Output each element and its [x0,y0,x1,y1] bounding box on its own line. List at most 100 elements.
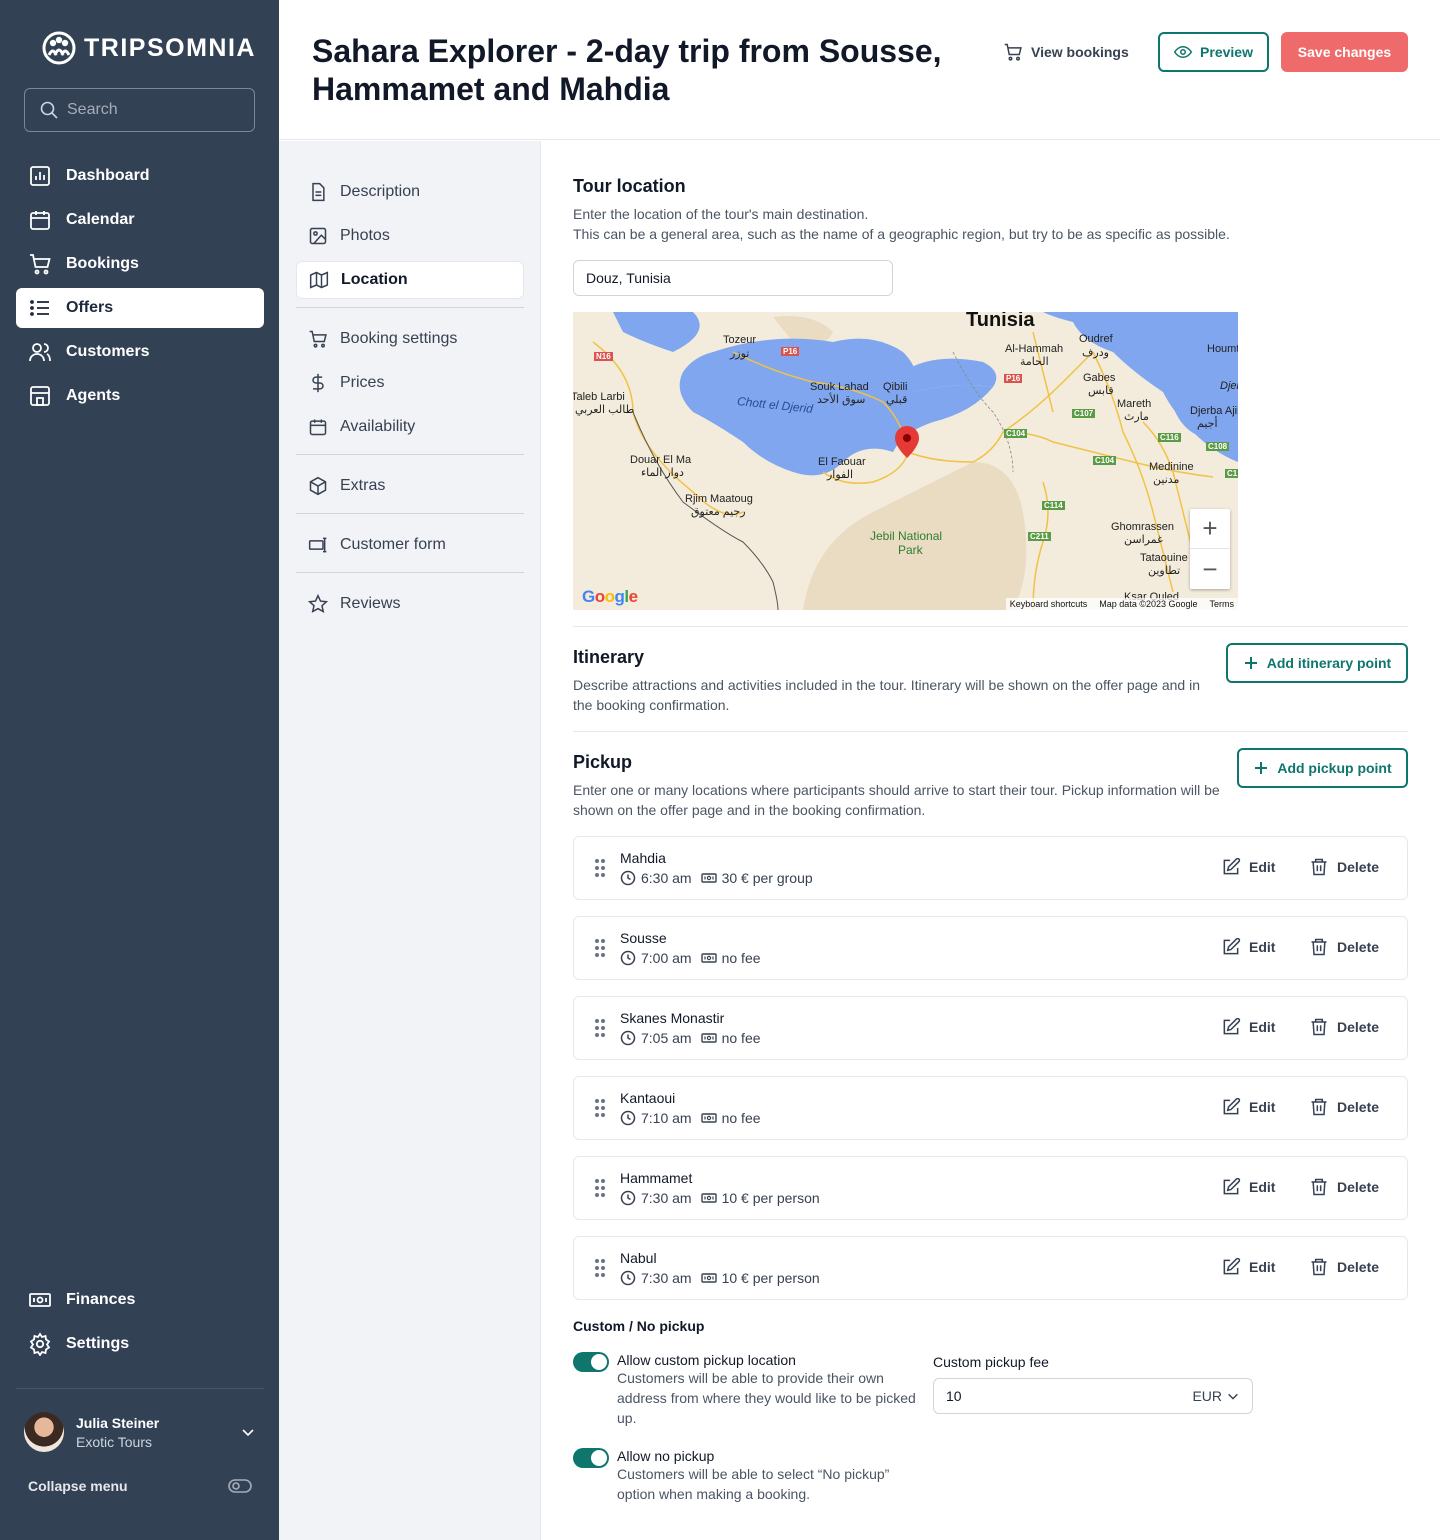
section-divider [573,731,1408,732]
map-label: ودرف [1082,347,1109,359]
delete-button[interactable]: Delete [1309,1017,1379,1037]
preview-button[interactable]: Preview [1158,32,1269,72]
keyboard-shortcuts-link[interactable]: Keyboard shortcuts [1010,599,1088,609]
map-data-credit: Map data ©2023 Google [1099,599,1198,609]
nav-item-calendar[interactable]: Calendar [16,200,264,240]
nav-item-bookings[interactable]: Bookings [16,244,264,284]
delete-button[interactable]: Delete [1309,1257,1379,1277]
google-logo: Google [582,587,638,606]
edit-button[interactable]: Edit [1221,1177,1275,1197]
delete-button[interactable]: Delete [1309,937,1379,957]
logo[interactable]: TRIPSOMNIA [42,31,256,65]
nav-item-agents[interactable]: Agents [16,376,264,416]
currency-select[interactable]: EUR [1192,1388,1240,1404]
pickup-row[interactable]: Sousse 7:00 am no fee Edit Delete [573,916,1408,980]
nav-item-customers[interactable]: Customers [16,332,264,372]
add-pickup-button[interactable]: Add pickup point [1237,748,1408,788]
allow-custom-toggle[interactable] [573,1352,609,1372]
tab-label: Availability [340,418,416,435]
tab-label: Extras [340,477,386,494]
nav-item-dashboard[interactable]: Dashboard [16,156,264,196]
tab-prices[interactable]: Prices [296,364,524,402]
nav-item-finances[interactable]: Finances [16,1280,264,1320]
pickup-time: 7:10 am [641,1110,692,1126]
tab-customer-form[interactable]: Customer form [296,526,524,564]
tab-booking-settings[interactable]: Booking settings [296,320,524,358]
pickup-meta: 7:30 am 10 € per person [620,1190,820,1206]
edit-label: Edit [1249,859,1276,875]
edit-icon [1223,1017,1241,1035]
pickup-name: Hammamet [620,1170,693,1186]
tab-label: Customer form [340,536,446,553]
pickup-row[interactable]: Mahdia 6:30 am 30 € per group Edit Delete [573,836,1408,900]
drag-handle-icon[interactable] [594,1258,606,1278]
delete-button[interactable]: Delete [1309,1177,1379,1197]
tab-description[interactable]: Description [296,173,524,211]
search-box[interactable] [24,88,255,132]
banknote-icon [700,1033,717,1043]
edit-button[interactable]: Edit [1221,1257,1275,1277]
view-bookings-button[interactable]: View bookings [1003,40,1129,64]
save-button[interactable]: Save changes [1281,32,1408,72]
road-shield: C211 [1028,532,1051,541]
location-input[interactable] [573,260,893,296]
zoom-out-button[interactable]: − [1190,549,1230,589]
road-shield: P16 [1004,374,1023,383]
trash-icon [1311,1098,1327,1116]
tab-reviews[interactable]: Reviews [296,585,524,623]
pickup-row[interactable]: Skanes Monastir 7:05 am no fee Edit Delete [573,996,1408,1060]
edit-button[interactable]: Edit [1221,937,1275,957]
pickup-desc: Enter one or many locations where partic… [573,782,1220,818]
add-itinerary-button[interactable]: Add itinerary point [1226,643,1408,683]
user-menu[interactable]: Julia Steiner Exotic Tours [24,1412,256,1452]
edit-button[interactable]: Edit [1221,1097,1275,1117]
drag-handle-icon[interactable] [594,1178,606,1198]
pickup-row[interactable]: Nabul 7:30 am 10 € per person Edit Delete [573,1236,1408,1300]
pickup-name: Skanes Monastir [620,1010,725,1026]
allow-no-pickup-toggle[interactable] [573,1448,609,1468]
custom-fee-field[interactable]: 10 EUR [933,1378,1253,1414]
delete-button[interactable]: Delete [1309,857,1379,877]
tab-photos[interactable]: Photos [296,217,524,255]
map-label: رجيم معتوق [691,506,746,518]
drag-handle-icon[interactable] [594,1018,606,1038]
map-label: Al-Hammah [1005,343,1064,355]
nav-item-offers[interactable]: Offers [16,288,264,328]
drag-handle-icon[interactable] [594,1098,606,1118]
location-map[interactable]: Tunisia Tozeur توزر Souk Lahad سوق الأحد… [573,312,1238,610]
trash-icon [1311,858,1327,876]
pickup-row[interactable]: Kantaoui 7:10 am no fee Edit Delete [573,1076,1408,1140]
itinerary-desc: Describe attractions and activities incl… [573,677,1200,713]
zoom-in-button[interactable]: + [1190,509,1230,549]
drag-handle-icon[interactable] [594,938,606,958]
tab-location[interactable]: Location [296,261,524,299]
section-title-itinerary: Itinerary [573,647,645,667]
avatar [24,1412,64,1452]
terms-link[interactable]: Terms [1210,599,1235,609]
nav-label: Bookings [66,255,139,272]
edit-button[interactable]: Edit [1221,857,1275,877]
map-label: Djerba Ajim [1190,405,1238,417]
edit-label: Edit [1249,1099,1276,1115]
search-input[interactable] [67,101,237,119]
tab-extras[interactable]: Extras [296,467,524,505]
nav-label: Calendar [66,211,135,228]
pickup-fee: no fee [721,950,761,966]
delete-label: Delete [1337,1179,1380,1195]
edit-label: Edit [1249,939,1276,955]
toggle-icon[interactable] [228,1478,252,1494]
pickup-row[interactable]: Hammamet 7:30 am 10 € per person Edit Delete [573,1156,1408,1220]
delete-label: Delete [1337,1019,1380,1035]
collapse-menu[interactable]: Collapse menu [28,1478,252,1494]
custom-fee-value[interactable]: 10 [946,1388,962,1404]
delete-button[interactable]: Delete [1309,1097,1379,1117]
drag-handle-icon[interactable] [594,858,606,878]
map-label: Souk Lahad [810,381,869,393]
tab-availability[interactable]: Availability [296,408,524,446]
map-label: Ghomrassen [1111,521,1174,533]
subnav-divider [296,307,524,308]
clock-icon [620,870,636,886]
map-label: Medinine [1149,461,1194,473]
nav-item-settings[interactable]: Settings [16,1324,264,1364]
edit-button[interactable]: Edit [1221,1017,1275,1037]
